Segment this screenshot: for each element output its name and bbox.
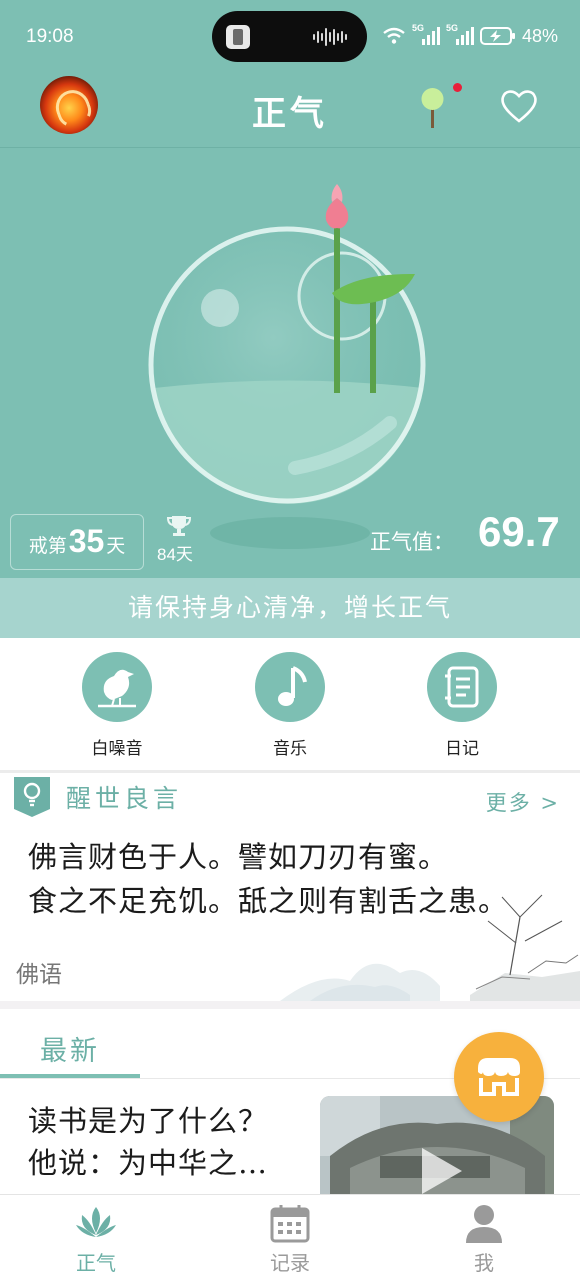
bird-icon	[98, 669, 136, 708]
nav-item-zhengqi[interactable]: 正气	[36, 1203, 156, 1276]
battery-percent: 48%	[521, 25, 558, 46]
title-bar: 正气	[0, 72, 580, 148]
page-title: 正气	[252, 94, 328, 134]
days-prefix: 戒第	[28, 535, 67, 557]
tab-indicator	[0, 1074, 140, 1078]
shortcut-diary[interactable]: 日记	[407, 652, 517, 759]
days-count: 35	[68, 523, 105, 559]
status-bar: 19:08 5G 5G 48%	[0, 0, 580, 72]
section-divider	[0, 1001, 580, 1009]
shortcut-white-noise[interactable]: 白噪音	[62, 652, 172, 759]
nav-item-me[interactable]: 我	[424, 1203, 544, 1276]
shortcuts-row: 白噪音 音乐 日记	[0, 638, 580, 770]
notification-dot	[453, 83, 462, 92]
quote-more-link[interactable]: 更多 >	[486, 787, 560, 817]
shop-button[interactable]	[454, 1032, 544, 1122]
lotus-bowl-illustration	[148, 184, 426, 549]
shortcut-label: 音乐	[273, 739, 307, 759]
slogan-bar: 请保持身心清净，增长正气	[0, 578, 580, 638]
nav-label: 我	[474, 1251, 494, 1275]
quote-source: 佛语	[16, 962, 62, 988]
article-title: 读书是为了什么？ 他说：为中华之…	[28, 1100, 308, 1184]
tab-latest[interactable]: 最新	[40, 1029, 100, 1068]
media-thumbnail	[226, 25, 250, 49]
calendar-icon	[270, 1205, 310, 1243]
lotus-icon	[76, 1207, 116, 1237]
heart-icon[interactable]	[500, 88, 538, 124]
person-icon	[466, 1205, 502, 1243]
days-suffix: 天	[106, 535, 126, 557]
quote-card[interactable]: 醒世良言 更多 > 佛言财色于人。譬如刀刃有蜜。 食之不足充饥。舐之则有割舌之患…	[0, 773, 580, 1001]
trophy-icon	[166, 516, 192, 536]
article-title-line: 读书是为了什么？	[28, 1104, 269, 1138]
nav-label: 记录	[270, 1251, 310, 1275]
status-icons: 5G 5G 48%	[382, 23, 558, 48]
lightbulb-icon	[14, 777, 50, 817]
audio-wave-icon	[313, 28, 347, 46]
best-days: 84天	[157, 545, 193, 564]
quote-line: 佛言财色于人。譬如刀刃有蜜。	[28, 840, 449, 874]
play-icon	[422, 1148, 462, 1194]
status-time: 19:08	[26, 26, 74, 47]
tree-icon[interactable]	[418, 86, 448, 130]
battery-icon	[479, 27, 515, 45]
nav-label: 正气	[76, 1251, 116, 1275]
shortcut-label: 日记	[445, 739, 479, 759]
signal-5g-icon: 5G	[412, 23, 440, 47]
abstinence-days-box[interactable]: 戒第 35 天	[10, 514, 144, 570]
quote-section-title: 醒世良言	[66, 784, 183, 813]
signal-5g-icon-2: 5G	[446, 23, 474, 47]
zhengqi-label: 正气值：	[370, 530, 454, 554]
shortcut-label: 白噪音	[91, 739, 143, 759]
nav-item-records[interactable]: 记录	[230, 1203, 350, 1276]
dynamic-island[interactable]	[212, 11, 367, 62]
quote-text: 佛言财色于人。譬如刀刃有蜜。 食之不足充饥。舐之则有割舌之患。	[28, 835, 568, 923]
shortcut-music[interactable]: 音乐	[235, 652, 345, 759]
article-title-line: 他说：为中华之…	[28, 1146, 269, 1180]
notebook-icon	[445, 666, 479, 708]
zhengqi-value: 69.7	[478, 508, 560, 555]
hero-section: 19:08 5G 5G 48% 正气 戒第 35 天 84天 正气值： 69.7…	[0, 0, 580, 638]
quote-line: 食之不足充饥。舐之则有割舌之患。	[28, 884, 509, 918]
music-note-icon	[278, 666, 307, 706]
storefront-icon	[478, 1058, 520, 1096]
wifi-icon	[383, 27, 405, 44]
bottom-navigation: 正气 记录 我	[0, 1194, 580, 1282]
